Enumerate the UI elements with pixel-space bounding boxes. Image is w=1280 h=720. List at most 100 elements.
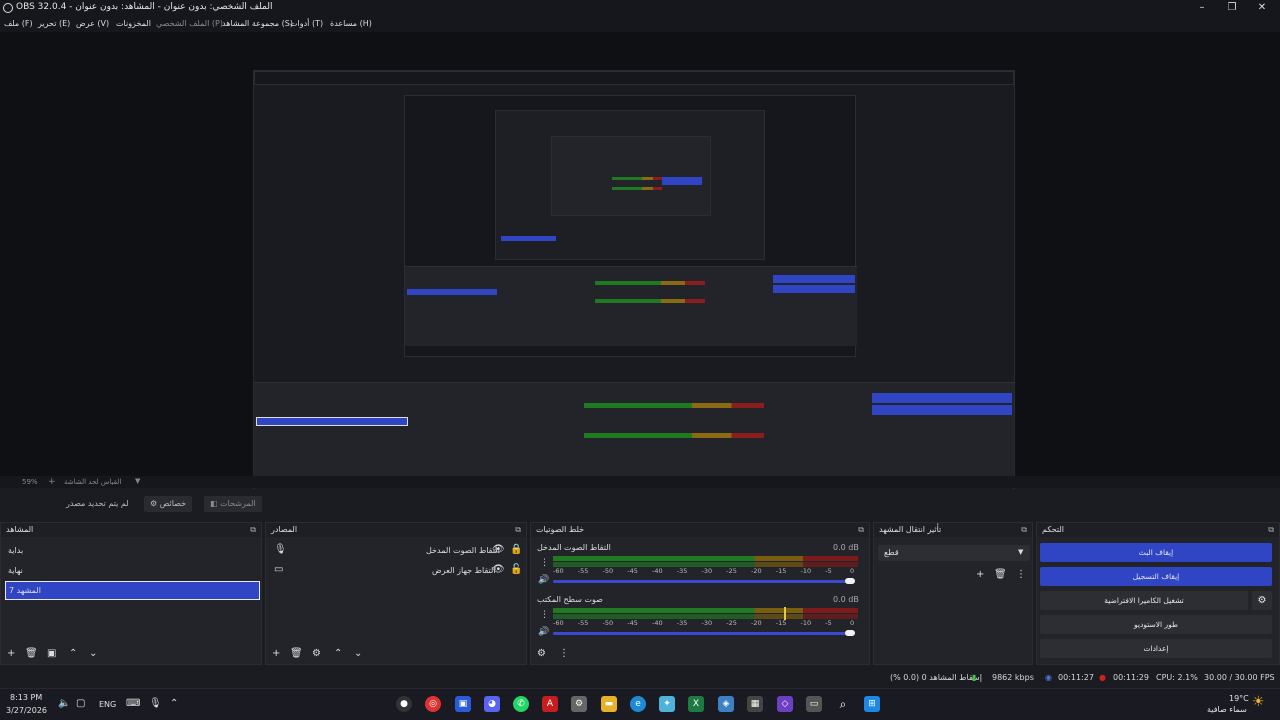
add-scene-button[interactable]: + [7,648,15,660]
menu-edit[interactable]: تحرير (E) [38,19,70,28]
zoom-in-button[interactable]: + [48,477,56,487]
menu-view[interactable]: عرض (V) [76,19,109,28]
gear-icon[interactable]: ⚙ [312,648,321,660]
kebab-menu-icon[interactable]: ⋮ [1016,569,1026,581]
trash-icon[interactable]: 🗑 [994,569,1007,581]
source-label[interactable]: التقاط جهاز العرض [432,566,496,575]
language-indicator[interactable]: ENG [99,700,116,709]
gear-icon[interactable]: ⚙ [537,648,546,660]
scene-item[interactable]: بداية [8,546,23,555]
kebab-menu-icon[interactable]: ⋮ [540,609,549,621]
move-up-icon[interactable]: ⌃ [334,648,342,660]
add-transition-button[interactable]: + [976,569,984,581]
volume-slider[interactable] [553,580,855,583]
store-icon[interactable]: ▣ [455,696,471,712]
filter-icon[interactable]: ▣ [47,648,56,660]
maximize-button[interactable]: ❐ [1217,0,1247,16]
chevron-down-icon[interactable]: ▼ [135,477,140,485]
sources-dock-header: المصادر ⧉ [266,523,526,537]
menu-file[interactable]: ملف (F) [4,19,33,28]
excel-icon[interactable]: X [688,696,704,712]
clock-date[interactable]: 3/27/2026 [6,706,47,715]
volume-slider-knob[interactable] [845,630,855,636]
acrobat-icon[interactable]: A [542,696,558,712]
undock-icon[interactable]: ⧉ [250,523,256,537]
keyboard-icon[interactable]: ⌨ [126,698,140,709]
menu-help[interactable]: مساعدة (H) [330,19,372,28]
volume-slider[interactable] [553,632,855,635]
menu-docks[interactable]: المخزونات [116,19,151,28]
photos-icon[interactable]: ◈ [718,696,734,712]
audio-mixer-title: خلط الصوتيات [536,525,585,534]
meter-tick-label: -35 [676,567,688,575]
scenes-dock: المشاهد ⧉ بداية نهاية المشهد 7 + 🗑 ▣ ⌃ ⌄ [0,522,262,665]
transition-select[interactable]: قطع ▼ [878,545,1030,561]
weather-temp[interactable]: 19°C [1229,694,1249,703]
eye-icon[interactable]: 👁 [492,564,505,576]
unlock-icon[interactable]: 🔓 [510,564,522,576]
chevron-up-icon[interactable]: ⌃ [170,698,178,709]
calculator-icon[interactable]: ▦ [747,696,763,712]
kebab-menu-icon[interactable]: ⋮ [540,557,549,569]
scenes-title: المشاهد [6,525,34,534]
search-icon[interactable]: ⌕ [835,696,851,712]
mixer-channel-name: التقاط الصوت المدخل [537,543,611,552]
transitions-dock: تأثير انتقال المشهد ⧉ قطع ▼ + 🗑 ⋮ [873,522,1033,665]
scene-item[interactable]: نهاية [8,566,23,575]
undock-icon[interactable]: ⧉ [1268,523,1274,537]
close-button[interactable]: ✕ [1247,0,1277,16]
network-icon[interactable]: ▢ [76,698,85,709]
add-source-button[interactable]: + [272,648,280,660]
zoom-level[interactable]: 59% [22,478,38,486]
gear-icon[interactable]: ⚙ [1252,591,1272,610]
start-virtual-camera-button[interactable]: تشغيل الكاميرا الافتراضية [1040,591,1248,610]
whatsapp-icon[interactable]: ✆ [513,696,529,712]
vscode-icon[interactable]: ◇ [777,696,793,712]
source-label[interactable]: التقاط الصوت المدخل [426,546,500,555]
filters-button[interactable]: ◧ المرشحات [204,496,262,512]
minimize-button[interactable]: – [1187,0,1217,16]
mic-icon[interactable]: 🎙 [149,698,162,709]
volume-icon[interactable]: 🔈 [58,698,70,709]
stop-stream-button[interactable]: إيقاف البث [1040,543,1272,562]
trash-icon[interactable]: 🗑 [290,648,303,660]
scale-to-window-label[interactable]: القياس لحد الشاشة [64,478,121,486]
edge-icon[interactable]: e [630,696,646,712]
discord-icon[interactable]: ◕ [484,696,500,712]
start-icon[interactable]: ⊞ [864,696,880,712]
nested-meter [584,403,764,408]
properties-button[interactable]: ⚙ خصائص [144,496,193,512]
menu-profile[interactable]: الملف الشخصي (P) [156,19,223,28]
file-explorer-icon[interactable]: ▬ [601,696,617,712]
undock-icon[interactable]: ⧉ [1021,523,1027,537]
speaker-icon[interactable]: 🔊 [538,626,549,638]
move-down-icon[interactable]: ⌄ [354,648,362,660]
preview-area[interactable] [0,32,1280,501]
weather-desc[interactable]: سماء صافية [1207,705,1247,714]
menu-tools[interactable]: أدوات (T) [290,19,323,28]
volume-slider-knob[interactable] [845,578,855,584]
move-up-icon[interactable]: ⌃ [69,648,77,660]
undock-icon[interactable]: ⧉ [858,523,864,537]
scene-item-selected[interactable]: المشهد 7 [5,581,260,600]
kebab-menu-icon[interactable]: ⋮ [559,648,569,660]
lock-icon[interactable]: 🔒 [510,544,522,556]
trash-icon[interactable]: 🗑 [25,648,38,660]
settings-button[interactable]: إعدادات [1040,639,1272,658]
obs-app-icon[interactable]: ● [396,696,412,712]
snipping-tool-icon[interactable]: ▭ [806,696,822,712]
settings-app-icon[interactable]: ⚙ [571,696,587,712]
clock-time[interactable]: 8:13 PM [10,693,42,702]
studio-mode-button[interactable]: طور الاستوديو [1040,615,1272,634]
move-down-icon[interactable]: ⌄ [89,648,97,660]
sources-dock: المصادر ⧉ 🎙 التقاط الصوت المدخل 👁 🔒 ▭ ال… [265,522,527,665]
stop-recording-button[interactable]: إيقاف التسجيل [1040,567,1272,586]
copilot-icon[interactable]: ✦ [659,696,675,712]
chrome-icon[interactable]: ◎ [425,696,441,712]
speaker-icon[interactable]: 🔊 [538,574,549,586]
preview-canvas[interactable] [253,70,1015,501]
menu-scene-collection[interactable]: مجموعة المشاهد (S) [222,19,293,28]
meter-tick-label: -45 [627,567,638,575]
undock-icon[interactable]: ⧉ [515,523,521,537]
eye-icon[interactable]: 👁 [492,544,505,556]
